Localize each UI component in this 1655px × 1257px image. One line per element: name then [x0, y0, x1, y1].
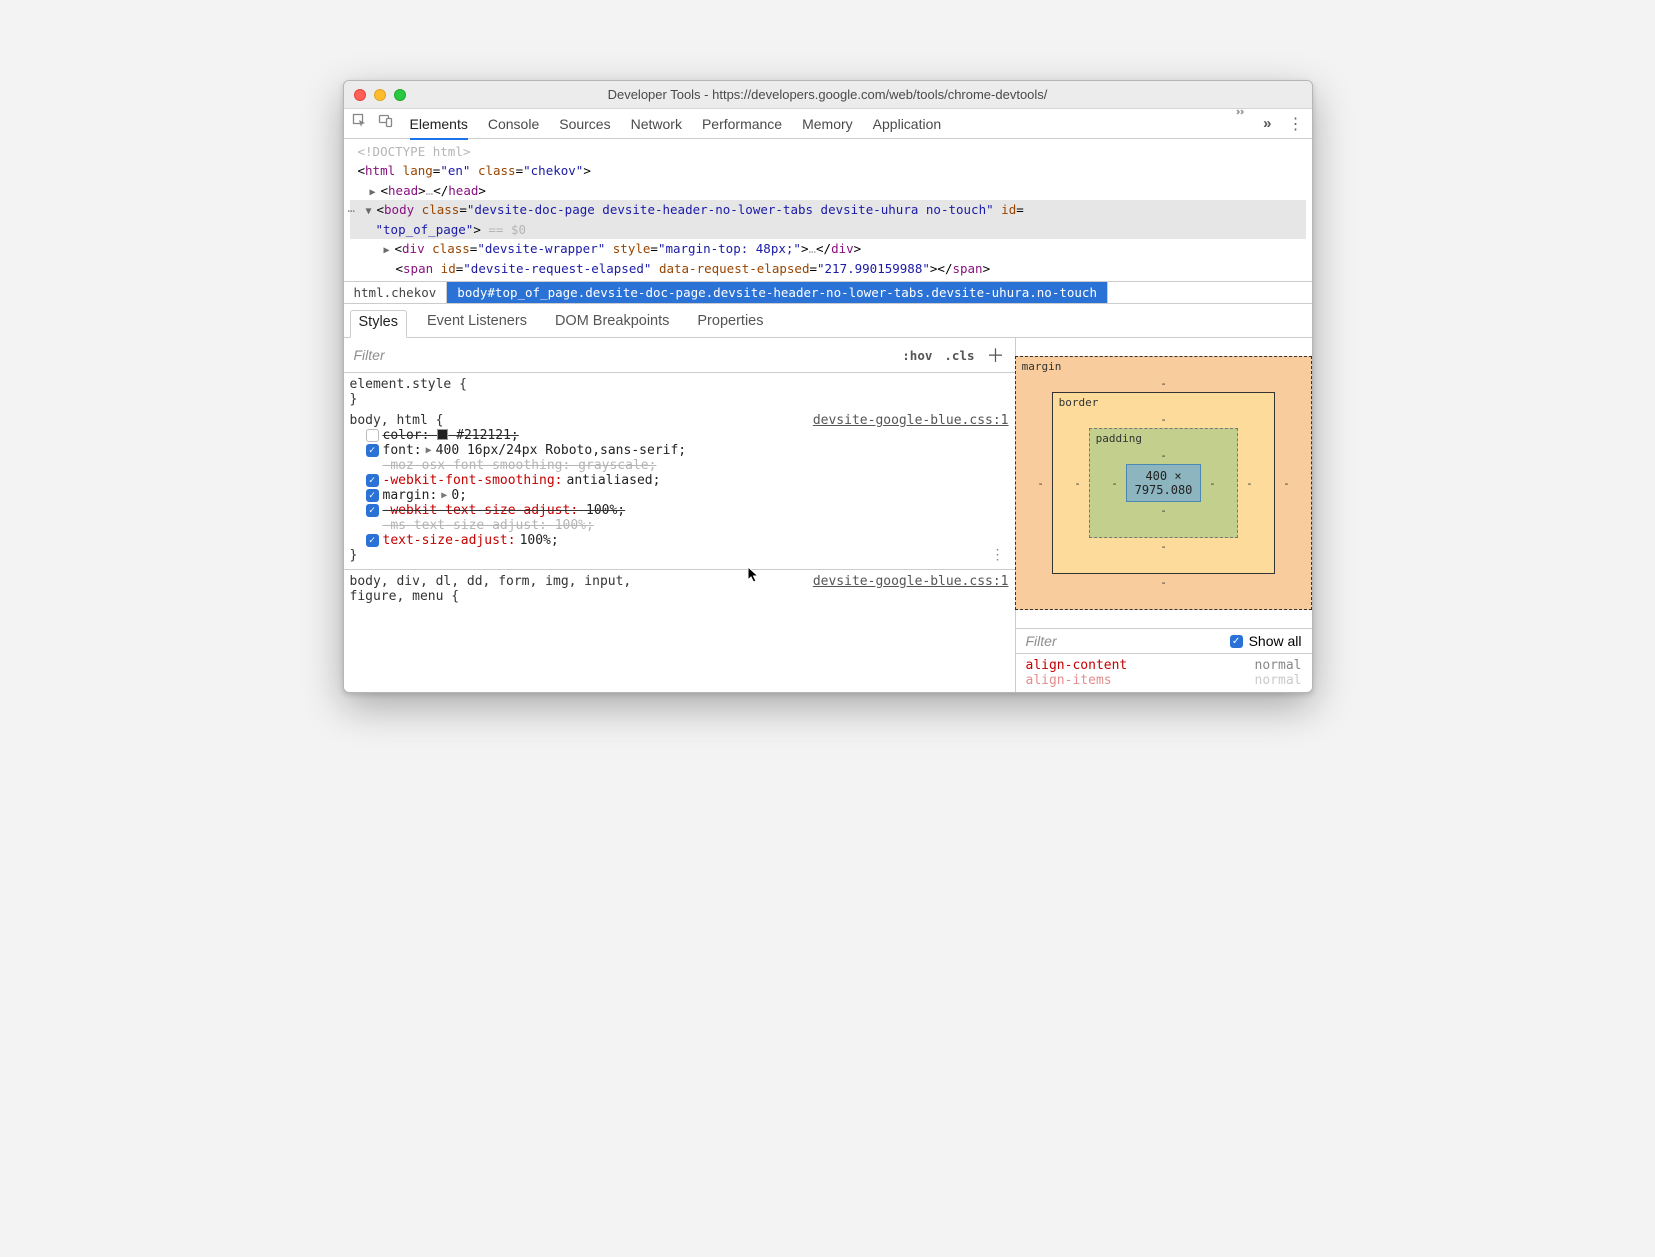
new-style-rule-icon[interactable]: ＋ [987, 342, 1005, 368]
prop-ms-tsa[interactable]: -ms-text-size-adjust: 100%; [350, 518, 1009, 533]
bm-margin-label: margin [1022, 360, 1062, 373]
computed-row[interactable]: align-items normal [1026, 673, 1302, 688]
prop-moz-smoothing[interactable]: -moz-osx-font-smoothing: grayscale; [350, 458, 1009, 473]
prop-margin[interactable]: ✓ margin:▶ 0; [350, 488, 1009, 503]
minimize-window-button[interactable] [374, 89, 386, 101]
prop-toggle-checkbox[interactable] [366, 429, 379, 442]
tab-performance[interactable]: Performance [702, 116, 782, 132]
styles-pane: Filter :hov .cls ＋ element.style { } dev… [344, 338, 1016, 692]
traffic-lights [354, 89, 406, 101]
disclosure-triangle-icon[interactable]: ▶ [384, 243, 395, 259]
computed-filter-input[interactable]: Filter [1026, 633, 1230, 649]
more-tabs-icon[interactable] [1233, 105, 1247, 143]
subtab-event-listeners[interactable]: Event Listeners [419, 310, 535, 337]
lower-panes: Filter :hov .cls ＋ element.style { } dev… [344, 338, 1312, 692]
rule-menu-icon[interactable]: ⋮ [991, 547, 1005, 563]
breadcrumb: html.chekov body#top_of_page.devsite-doc… [344, 281, 1312, 304]
prop-toggle-checkbox[interactable]: ✓ [366, 474, 379, 487]
styles-filter-input[interactable]: Filter [354, 347, 891, 363]
rule-selector[interactable]: element.style { [350, 377, 467, 392]
cls-toggle[interactable]: .cls [944, 348, 974, 363]
tab-application[interactable]: Application [873, 116, 942, 132]
overflow-indicator-icon: ⋯ [348, 202, 354, 221]
tab-sources[interactable]: Sources [559, 116, 610, 132]
rule-body-div-etc[interactable]: devsite-google-blue.css:1 body, div, dl,… [350, 574, 1009, 604]
computed-row[interactable]: align-content normal [1026, 658, 1302, 673]
dom-html-open[interactable]: <html lang="en" class="chekov"> [350, 161, 1306, 180]
rule-source-link[interactable]: devsite-google-blue.css:1 [813, 413, 1009, 428]
crumb-html[interactable]: html.chekov [344, 282, 448, 303]
dom-doctype[interactable]: <!DOCTYPE html> [350, 142, 1306, 161]
overflow-chevrons-icon[interactable]: » [1263, 115, 1271, 132]
prop-toggle-checkbox[interactable]: ✓ [366, 534, 379, 547]
hov-toggle[interactable]: :hov [902, 348, 932, 363]
devtools-window: Developer Tools - https://developers.goo… [343, 80, 1313, 693]
zoom-window-button[interactable] [394, 89, 406, 101]
styles-subtabs: Styles Event Listeners DOM Breakpoints P… [344, 304, 1312, 338]
window-title: Developer Tools - https://developers.goo… [344, 87, 1312, 102]
bm-border-label: border [1059, 396, 1099, 409]
main-toolbar: Elements Console Sources Network Perform… [344, 109, 1312, 139]
expand-shorthand-icon[interactable]: ▶ [426, 445, 432, 456]
close-window-button[interactable] [354, 89, 366, 101]
crumb-filler [1108, 282, 1312, 303]
tab-memory[interactable]: Memory [802, 116, 853, 132]
tab-console[interactable]: Console [488, 116, 539, 132]
settings-menu-icon[interactable]: ⋮ [1288, 114, 1304, 134]
computed-list[interactable]: align-content normal align-items normal [1016, 654, 1312, 692]
box-model[interactable]: margin - - border - - padding [1016, 338, 1312, 628]
styles-filter-bar: Filter :hov .cls ＋ [344, 338, 1015, 373]
disclosure-triangle-open-icon[interactable]: ▼ [366, 204, 377, 220]
prop-font[interactable]: ✓ font:▶ 400 16px/24px Roboto,sans-serif… [350, 443, 1009, 458]
title-bar[interactable]: Developer Tools - https://developers.goo… [344, 81, 1312, 109]
disclosure-triangle-icon[interactable]: ▶ [370, 185, 381, 201]
tab-network[interactable]: Network [631, 116, 682, 132]
prop-webkit-tsa[interactable]: ✓ -webkit-text-size-adjust: 100%; [350, 503, 1009, 518]
computed-pane: margin - - border - - padding [1016, 338, 1312, 692]
device-toggle-icon[interactable] [378, 113, 394, 134]
subtab-properties[interactable]: Properties [689, 310, 771, 337]
crumb-body-selected[interactable]: body#top_of_page.devsite-doc-page.devsit… [447, 282, 1108, 303]
dom-body-selected[interactable]: ⋯ ▼<body class="devsite-doc-page devsite… [350, 200, 1306, 239]
subtab-dom-breakpoints[interactable]: DOM Breakpoints [547, 310, 677, 337]
toolbar-right: » ⋮ [1233, 105, 1304, 143]
inspect-element-icon[interactable] [352, 113, 368, 134]
prop-color[interactable]: color: #212121; [350, 428, 1009, 443]
dom-div-wrapper[interactable]: ▶<div class="devsite-wrapper" style="mar… [350, 239, 1306, 259]
rule-body-html[interactable]: devsite-google-blue.css:1 body, html { c… [350, 413, 1009, 563]
show-all-label[interactable]: Show all [1249, 633, 1302, 649]
dom-span-request[interactable]: <span id="devsite-request-elapsed" data-… [350, 259, 1306, 278]
show-all-checkbox[interactable]: ✓ [1230, 635, 1243, 648]
rule-source-link[interactable]: devsite-google-blue.css:1 [813, 574, 1009, 589]
bm-padding-label: padding [1096, 432, 1142, 445]
prop-tsa[interactable]: ✓ text-size-adjust: 100%; [350, 533, 1009, 548]
prop-toggle-checkbox[interactable]: ✓ [366, 504, 379, 517]
subtab-styles[interactable]: Styles [350, 310, 408, 338]
style-rules[interactable]: element.style { } devsite-google-blue.cs… [344, 373, 1015, 618]
computed-filter-bar: Filter ✓ Show all [1016, 628, 1312, 654]
expand-shorthand-icon[interactable]: ▶ [441, 490, 447, 501]
rule-selector[interactable]: body, div, dl, dd, form, img, input,figu… [350, 574, 632, 604]
prop-toggle-checkbox[interactable]: ✓ [366, 444, 379, 457]
color-swatch-icon[interactable] [437, 429, 448, 440]
bm-content-size: 400 × 7975.080 [1126, 464, 1202, 502]
prop-toggle-checkbox[interactable]: ✓ [366, 489, 379, 502]
panel-tabs: Elements Console Sources Network Perform… [410, 116, 1233, 132]
dom-head[interactable]: ▶<head>…</head> [350, 181, 1306, 201]
rule-element-style[interactable]: element.style { } [350, 377, 1009, 407]
dom-tree[interactable]: <!DOCTYPE html> <html lang="en" class="c… [344, 139, 1312, 281]
prop-webkit-smoothing[interactable]: ✓ -webkit-font-smoothing: antialiased; [350, 473, 1009, 488]
tab-elements[interactable]: Elements [410, 116, 468, 140]
rule-selector[interactable]: body, html { [350, 413, 444, 428]
